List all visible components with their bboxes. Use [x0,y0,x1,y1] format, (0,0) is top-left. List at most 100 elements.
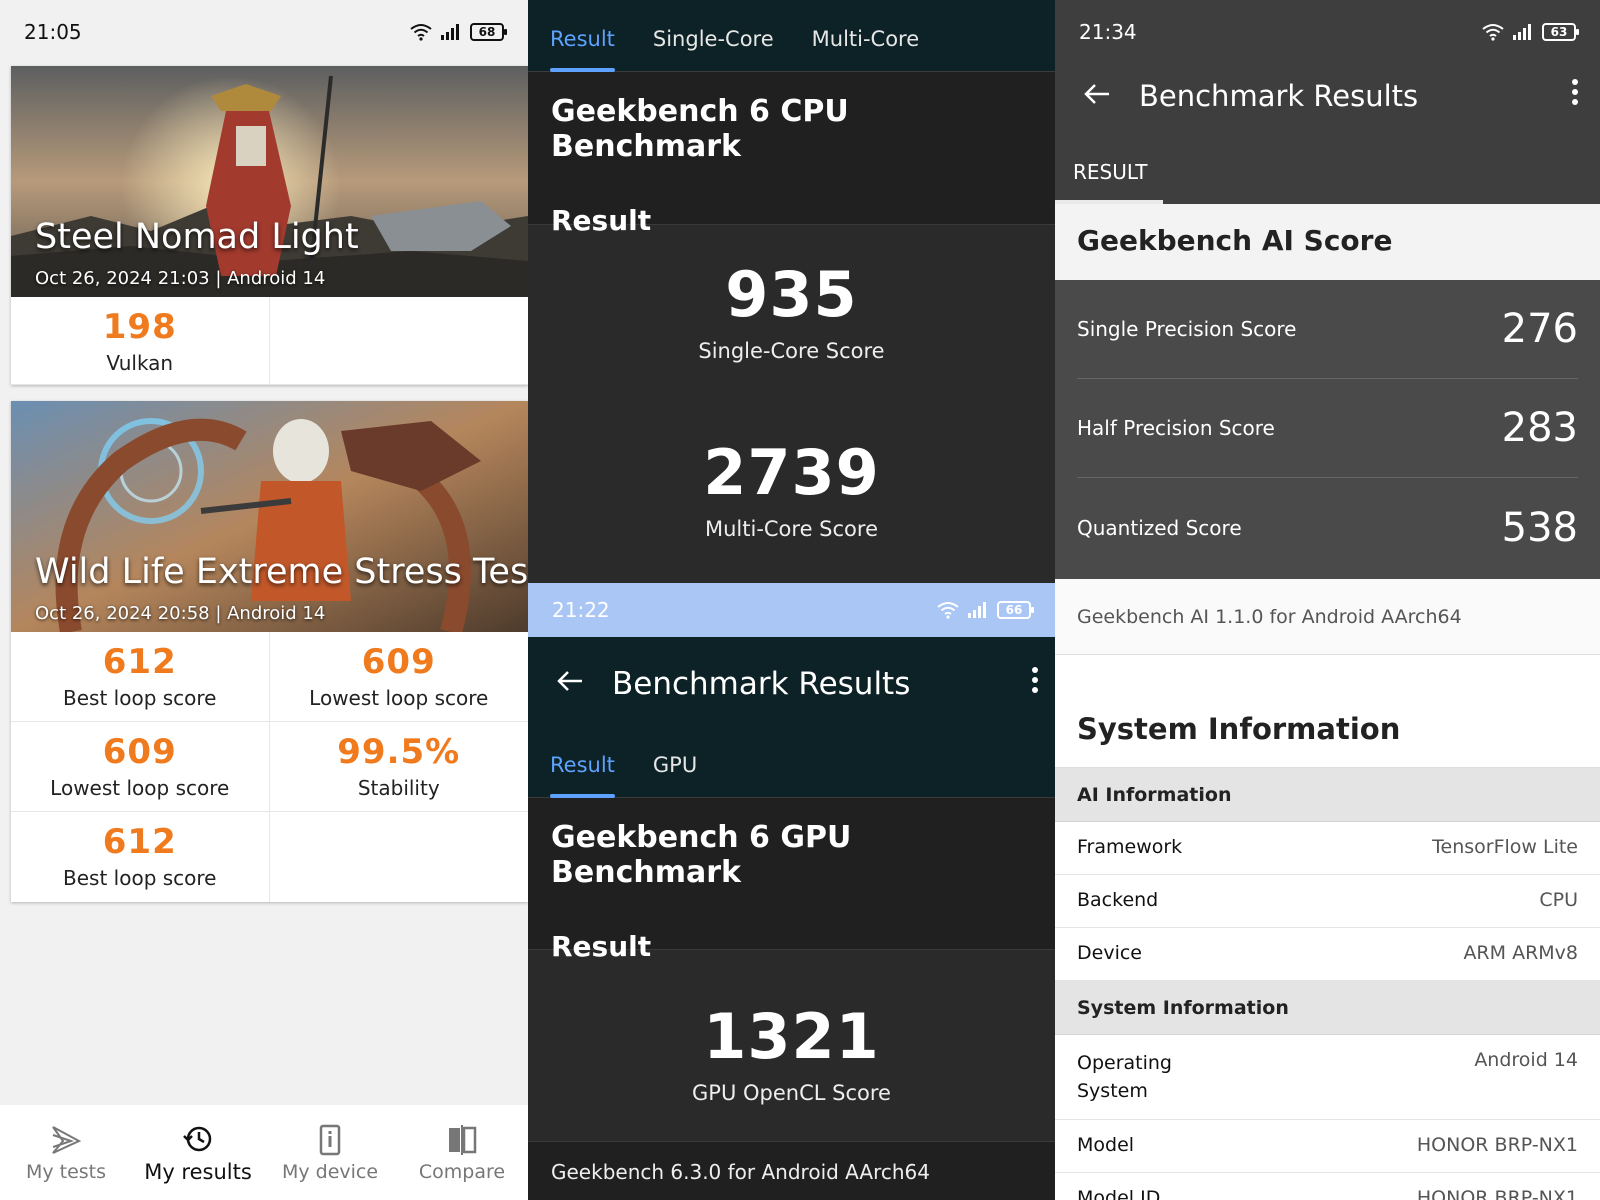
info-row: Device ARM ARMv8 [1055,928,1600,981]
info-key: Model ID [1077,1187,1161,1200]
battery-icon: 66 [997,601,1034,619]
info-key: Model [1077,1134,1135,1156]
nav-label: My results [144,1159,252,1184]
score-value: 283 [1501,405,1578,451]
tab-multi-core[interactable]: Multi-Core [812,0,920,72]
score-label: Stability [357,776,440,800]
bottom-navigation: My tests My results My device Compare [0,1105,528,1200]
info-value: TensorFlow Lite [1432,836,1578,858]
nav-my-results[interactable]: My results [133,1122,263,1184]
ai-app-bar: Benchmark Results RESULT [1055,64,1600,204]
score-cell: 198 Vulkan [11,297,270,385]
score-value: 538 [1501,504,1578,551]
tab-result[interactable]: Result [550,0,615,72]
3dmark-results-panel: 21:05 68 Steel Nomad Light Oct 26, 2024 … [0,0,528,1200]
single-core-score: 935 Single-Core Score [528,258,1055,363]
signal-icon [967,601,989,619]
score-label: Single-Core Score [698,339,885,363]
ai-score-row: Single Precision Score 276 [1077,280,1578,379]
info-value: HONOR BRP-NX1 [1416,1134,1578,1156]
gpu-result-heading: Result [551,930,652,963]
result-card-wild-life-extreme[interactable]: Wild Life Extreme Stress Test Oct 26, 20… [11,401,528,902]
section-header: System Information [1055,981,1600,1035]
gpu-app-bar: Benchmark Results [528,637,1055,730]
score-cell-empty [270,812,529,902]
test-title: Wild Life Extreme Stress Test [35,552,528,592]
info-value: Android 14 [1474,1049,1578,1071]
version-footer: Geekbench 6.3.0 for Android AArch64 [528,1141,1055,1200]
score-value: 935 [725,258,858,331]
score-value: 612 [102,642,177,682]
score-cell: 612 Best loop score [11,632,270,722]
tab-result[interactable]: RESULT [1055,142,1163,204]
score-label: Lowest loop score [309,686,489,710]
info-row: Framework TensorFlow Lite [1055,822,1600,875]
score-label: Quantized Score [1077,515,1242,540]
geekbench-ai-panel: 21:34 63 Benchmark Results RESULT Geekbe… [1055,0,1600,1200]
battery-icon: 68 [470,23,507,41]
info-value: CPU [1539,889,1578,911]
score-label: Multi-Core Score [704,517,878,541]
score-label: Single Precision Score [1077,317,1297,341]
test-date: Oct 26, 2024 21:03 | Android 14 [35,268,326,289]
result-card-steel-nomad[interactable]: Steel Nomad Light Oct 26, 2024 21:03 | A… [11,66,528,385]
compare-icon [449,1124,477,1155]
info-row: Model ID HONOR BRP-NX1 [1055,1173,1600,1200]
more-options-icon[interactable] [1015,666,1055,702]
status-time: 21:22 [552,598,610,622]
wifi-icon [937,601,959,619]
wifi-icon [1482,23,1504,41]
score-cell: 609 Lowest loop score [11,722,270,812]
nav-my-device[interactable]: My device [265,1123,395,1183]
tab-result[interactable]: Result [550,730,615,798]
score-cell-empty [269,297,528,385]
ai-score-list: Single Precision Score 276 Half Precisio… [1055,280,1600,579]
geekbench-6-panel: Result Single-Core Multi-Core Geekbench … [528,0,1055,1200]
cpu-tab-bar: Result Single-Core Multi-Core [528,0,1055,72]
tab-gpu[interactable]: GPU [653,730,697,798]
info-key: Device [1077,942,1142,964]
gpu-tab-bar: Result GPU [528,730,1055,798]
info-value: HONOR BRP-NX1 [1416,1187,1578,1200]
status-bar: 21:05 68 [0,0,528,64]
app-bar-title: Benchmark Results [1139,79,1419,113]
nav-my-tests[interactable]: My tests [1,1123,131,1183]
score-value: 1321 [703,1000,880,1073]
score-grid: 198 Vulkan [11,297,528,385]
system-info-table: AI Information Framework TensorFlow Lite… [1055,768,1600,1200]
test-title: Steel Nomad Light [35,217,359,257]
gpu-benchmark-header: Geekbench 6 GPU Benchmark Result [528,798,1055,963]
nav-label: My tests [25,1160,107,1183]
section-header: AI Information [1055,768,1600,822]
back-arrow-icon[interactable] [528,666,612,701]
status-time: 21:05 [24,20,82,44]
score-value: 612 [102,822,177,862]
3dmark-logo-icon [52,1125,82,1154]
score-label: Best loop score [63,866,217,890]
score-label: Vulkan [106,351,174,375]
status-time: 21:34 [1079,20,1137,44]
score-label: Lowest loop score [50,776,230,800]
nav-label: Compare [418,1160,506,1183]
device-info-icon [319,1124,341,1155]
score-label: GPU OpenCL Score [692,1081,891,1105]
history-icon [183,1126,212,1151]
score-value: 609 [102,732,177,772]
nav-compare[interactable]: Compare [397,1123,527,1183]
ai-score-row: Quantized Score 538 [1077,478,1578,577]
info-key: Backend [1077,889,1159,911]
score-grid: 612 Best loop score 609 Lowest loop scor… [11,632,528,902]
info-value: ARM ARMv8 [1463,942,1578,964]
wild-life-hero-image: Wild Life Extreme Stress Test Oct 26, 20… [11,401,528,632]
more-options-icon[interactable] [1550,78,1600,114]
score-value: 198 [102,307,177,347]
score-cell: 612 Best loop score [11,812,270,902]
system-information-heading: System Information [1055,690,1600,768]
back-arrow-icon[interactable] [1055,79,1139,114]
tab-single-core[interactable]: Single-Core [653,0,774,72]
signal-icon [1512,23,1534,41]
gpu-benchmark-title: Geekbench 6 GPU Benchmark [551,820,852,890]
cpu-benchmark-title: Geekbench 6 CPU Benchmark [551,94,849,164]
score-value: 99.5% [337,732,461,772]
status-bar: 21:22 66 [528,583,1055,637]
